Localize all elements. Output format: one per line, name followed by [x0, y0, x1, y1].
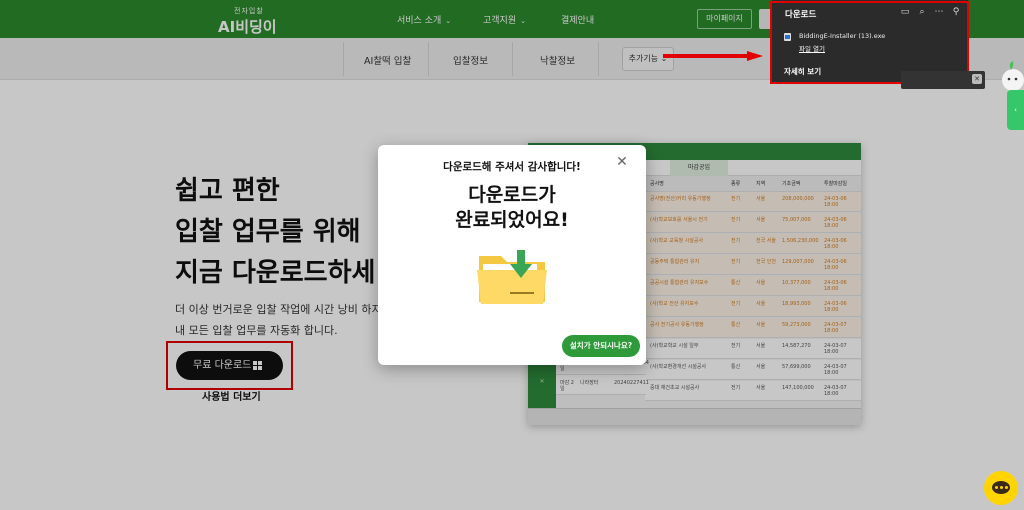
- folder-download-icon: [477, 250, 547, 304]
- notification-toast: ✕: [901, 71, 985, 89]
- mascot-icon[interactable]: [999, 60, 1024, 92]
- side-chevron-left-icon[interactable]: ‹: [1007, 90, 1024, 130]
- close-icon[interactable]: ✕: [972, 74, 982, 84]
- modal-title: 다운로드해 주셔서 감사합니다!: [443, 161, 581, 173]
- modal-heading: 다운로드가 완료되었어요!: [378, 183, 646, 233]
- red-arrow-annotation: [663, 51, 763, 61]
- modal-heading-line-1: 다운로드가: [468, 184, 556, 206]
- download-complete-modal: 다운로드해 주셔서 감사합니다! ✕ 다운로드가 완료되었어요! 설치가 안되시…: [378, 145, 646, 365]
- modal-heading-line-2: 완료되었어요!: [455, 209, 569, 231]
- close-icon[interactable]: ✕: [614, 154, 630, 170]
- install-help-button[interactable]: 설치가 안되시나요?: [562, 335, 640, 357]
- chat-bubble-icon[interactable]: [984, 471, 1018, 505]
